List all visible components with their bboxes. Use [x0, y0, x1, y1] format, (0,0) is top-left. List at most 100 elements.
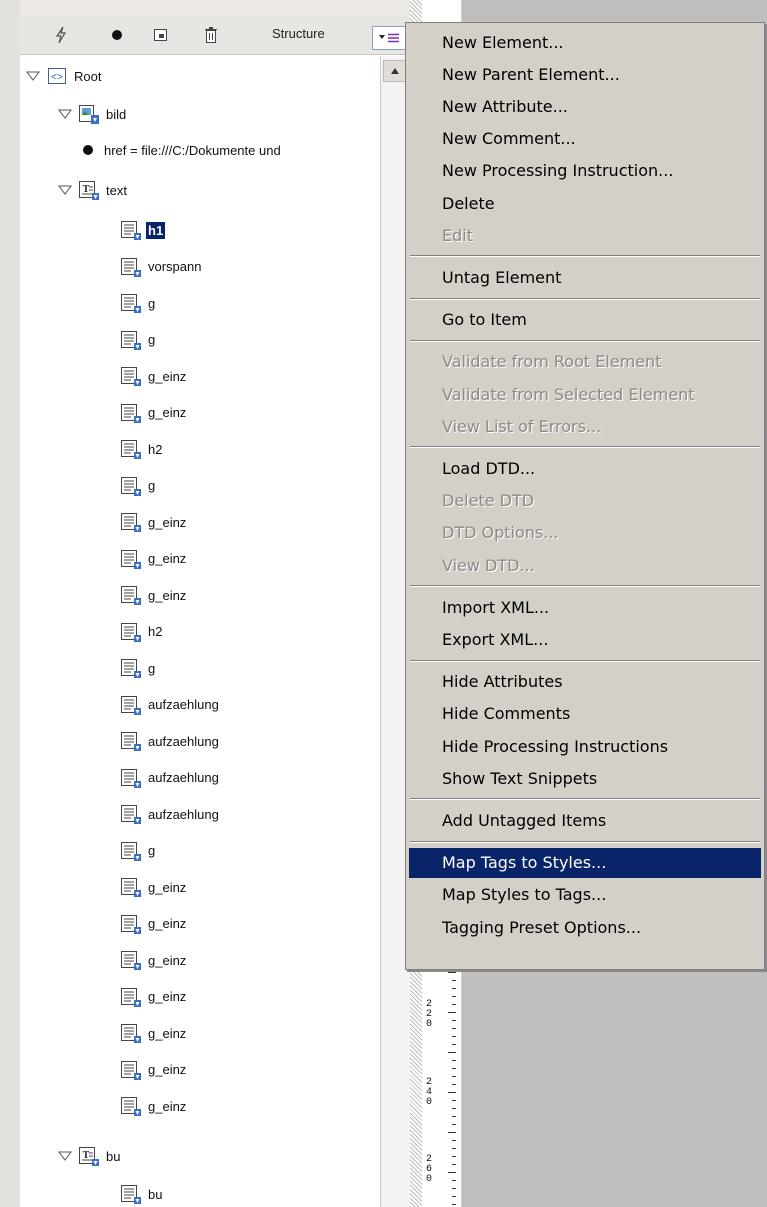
tree-item-label: g_einz	[148, 989, 187, 1004]
tree-item-label: g_einz	[148, 916, 187, 931]
tree-item-child[interactable]: g_einz	[120, 906, 188, 942]
ruler-tick	[448, 1172, 456, 1173]
tree-item-child[interactable]: aufzaehlung	[120, 760, 221, 796]
context-menu: New Element... New Parent Element... New A…	[405, 22, 765, 970]
new-element-icon[interactable]	[150, 24, 172, 46]
tree-item-label: g_einz	[148, 514, 187, 530]
menu-item-import-xml[interactable]: Import XML...	[409, 592, 761, 622]
tree-item-child[interactable]: g_einz	[120, 504, 188, 540]
expand-triangle-icon[interactable]	[24, 69, 42, 83]
expand-triangle-icon[interactable]	[56, 1149, 74, 1163]
tree-item-bild[interactable]: bild	[56, 96, 128, 132]
menu-item-load-dtd[interactable]: Load DTD...	[409, 453, 761, 483]
menu-item-map-styles-to-tags[interactable]: Map Styles to Tags...	[409, 880, 761, 910]
ruler-tick	[452, 1116, 456, 1117]
tree-item-label: g_einz	[148, 368, 187, 384]
paragraph-element-icon	[120, 767, 142, 789]
tree-item-label: g_einz	[148, 405, 187, 420]
paragraph-element-icon	[120, 548, 142, 570]
tree-item-child[interactable]: aufzaehlung	[120, 723, 221, 759]
menu-item-hide-processing-instructions[interactable]: Hide Processing Instructions	[409, 731, 761, 761]
menu-item-go-to-item[interactable]: Go to Item	[409, 305, 761, 335]
tree-item-child[interactable]: h1	[120, 212, 166, 248]
arrow-up-icon	[391, 68, 399, 74]
tree-item-child[interactable]: aufzaehlung	[120, 687, 221, 723]
menu-item-view-list-of-errors: View List of Errors...	[442, 416, 602, 436]
lightning-icon[interactable]	[50, 24, 72, 46]
tree-item-child[interactable]: g	[120, 650, 157, 686]
ruler-tick	[452, 1060, 456, 1061]
tree-item-child[interactable]: g_einz	[120, 979, 188, 1015]
tree-item-child[interactable]: g_einz	[120, 541, 188, 577]
menu-item-new-processing-instruction[interactable]: New Processing Instruction...	[409, 156, 761, 186]
tree-item-child[interactable]: g_einz	[120, 1015, 188, 1051]
menu-item-hide-attributes[interactable]: Hide Attributes	[409, 667, 761, 697]
paragraph-element-icon	[120, 986, 142, 1008]
tree-item-bu[interactable]: Tbu	[56, 1138, 122, 1174]
paragraph-element-icon	[120, 1059, 142, 1081]
svg-text:<>: <>	[51, 73, 63, 84]
menu-item-new-parent-element[interactable]: New Parent Element...	[409, 59, 761, 89]
svg-text:T: T	[83, 184, 90, 195]
tree-item-label: g_einz	[148, 1062, 187, 1077]
tree-item-root[interactable]: <> Root	[24, 58, 103, 94]
tree-item-label: g	[148, 295, 156, 311]
tree-item-child[interactable]: g_einz	[120, 577, 188, 613]
tree-item-child[interactable]: g_einz	[120, 358, 188, 394]
tree-item-child[interactable]: aufzaehlung	[120, 796, 221, 832]
paragraph-element-icon	[120, 256, 142, 278]
scroll-up-button[interactable]	[383, 60, 407, 82]
menu-item-delete-dtd: Delete DTD	[442, 491, 535, 511]
tree-item-child[interactable]: bu	[120, 1176, 164, 1207]
tree-item-child[interactable]: g	[120, 322, 157, 358]
paragraph-element-icon	[120, 913, 142, 935]
tree-item-child[interactable]: h2	[120, 614, 164, 650]
tree-item-child[interactable]: g_einz	[120, 942, 188, 978]
ruler-label: 220	[426, 999, 433, 1030]
tree-item-child[interactable]: g_einz	[120, 869, 188, 905]
ruler-tick	[448, 972, 456, 973]
menu-item-tagging-preset-options[interactable]: Tagging Preset Options...	[409, 912, 761, 942]
tree-item-label: g_einz	[148, 952, 187, 968]
tree-item-child[interactable]: g_einz	[120, 1088, 188, 1124]
menu-item-new-comment[interactable]: New Comment...	[409, 124, 761, 154]
tree-item-text[interactable]: Ttext	[56, 172, 129, 208]
tree-item-child[interactable]: g_einz	[120, 395, 188, 431]
tree-item-child[interactable]: g_einz	[120, 1052, 188, 1088]
menu-separator	[410, 255, 760, 258]
panel-menu-button[interactable]	[372, 26, 406, 50]
menu-item-new-attribute[interactable]: New Attribute...	[409, 91, 761, 121]
expand-triangle-icon[interactable]	[56, 107, 74, 121]
tree-item-label: h2	[148, 441, 163, 457]
tree-item-child[interactable]: g	[120, 468, 157, 504]
add-attribute-dot-icon[interactable]	[106, 24, 128, 46]
ruler-label: 240	[426, 1077, 433, 1108]
ruler-tick	[452, 996, 456, 997]
expand-triangle-icon[interactable]	[56, 183, 74, 197]
tree-item-child[interactable]: g	[120, 285, 157, 321]
tree-item-label: aufzaehlung	[148, 770, 219, 785]
tree-item-label: g	[148, 660, 156, 676]
tree-item-child[interactable]: h2	[120, 431, 164, 467]
paragraph-element-icon	[120, 1022, 142, 1044]
menu-item-delete[interactable]: Delete	[409, 188, 761, 218]
ruler-tick	[452, 1100, 456, 1101]
tree-item-child[interactable]: vorspann	[120, 249, 203, 285]
tree-item-attribute[interactable]: href = file:///C:/Dokumente und	[82, 132, 283, 168]
trash-icon[interactable]	[200, 24, 222, 46]
menu-item-map-tags-to-styles[interactable]: Map Tags to Styles...	[409, 847, 761, 878]
tree-item-label: g_einz	[148, 879, 187, 895]
tree-item-label: Root	[74, 68, 102, 84]
tree-item-label: aufzaehlung	[148, 697, 219, 712]
menu-item-untag-element[interactable]: Untag Element	[409, 262, 761, 292]
menu-item-edit: Edit	[442, 225, 473, 245]
menu-item-hide-comments[interactable]: Hide Comments	[409, 699, 761, 729]
ruler-tick	[452, 980, 456, 981]
menu-item-new-element[interactable]: New Element...	[409, 27, 761, 57]
menu-item-show-text-snippets[interactable]: Show Text Snippets	[409, 763, 761, 793]
ruler-tick	[452, 1124, 456, 1125]
menu-item-add-untagged-items[interactable]: Add Untagged Items	[409, 805, 761, 835]
menu-item-export-xml[interactable]: Export XML...	[409, 624, 761, 654]
tree-item-child[interactable]: g	[120, 833, 157, 869]
paragraph-element-icon	[120, 438, 142, 460]
